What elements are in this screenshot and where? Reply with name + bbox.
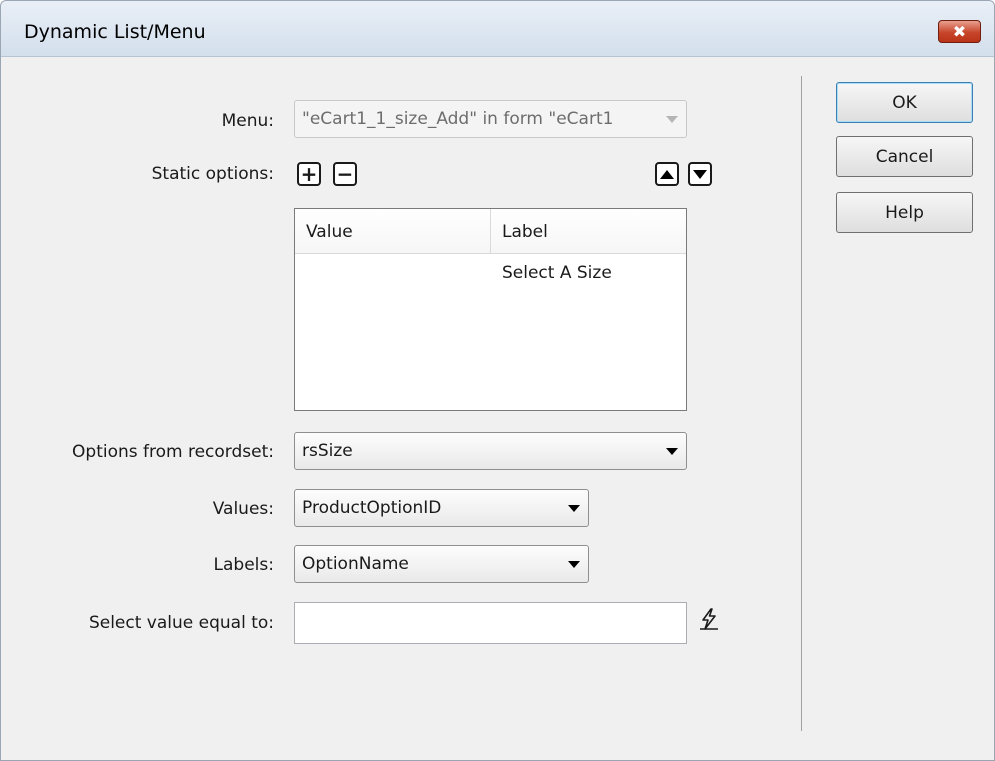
static-options-label: Static options:	[151, 164, 274, 184]
values-select-value: ProductOptionID	[302, 498, 442, 518]
close-button[interactable]: ✖	[938, 20, 981, 43]
recordset-select[interactable]: rsSize	[294, 432, 687, 470]
menu-select-value: "eCart1_1_size_Add" in form "eCart1	[302, 109, 614, 129]
recordset-select-value: rsSize	[302, 441, 353, 461]
window-title: Dynamic List/Menu	[24, 21, 206, 43]
dialog-body: Menu: "eCart1_1_size_Add" in form "eCart…	[9, 58, 986, 754]
title-bar: Dynamic List/Menu ✖	[1, 1, 994, 57]
chevron-down-icon	[666, 448, 678, 455]
add-option-button[interactable]: +	[297, 162, 321, 186]
labels-select[interactable]: OptionName	[294, 545, 589, 583]
option-label: Select A Size	[502, 263, 612, 283]
help-button[interactable]: Help	[836, 192, 973, 233]
menu-select[interactable]: "eCart1_1_size_Add" in form "eCart1	[294, 100, 687, 138]
triangle-down-icon	[693, 169, 707, 179]
triangle-up-icon	[660, 169, 674, 179]
vertical-divider	[801, 76, 802, 731]
remove-option-button[interactable]: −	[333, 162, 357, 186]
labels-label: Labels:	[213, 555, 274, 575]
menu-label: Menu:	[221, 111, 274, 131]
cancel-button[interactable]: Cancel	[836, 136, 973, 177]
dialog-window: Dynamic List/Menu ✖ Menu: "eCart1_1_size…	[0, 0, 995, 761]
close-icon: ✖	[952, 22, 967, 41]
values-select[interactable]: ProductOptionID	[294, 489, 589, 527]
list-item[interactable]: Select A Size	[295, 255, 686, 287]
lightning-bolt-icon	[700, 608, 718, 630]
ok-button[interactable]: OK	[836, 82, 973, 123]
values-label: Values:	[212, 499, 274, 519]
static-options-list[interactable]: Value Label Select A Size	[294, 208, 687, 411]
select-value-label: Select value equal to:	[88, 613, 274, 633]
labels-select-value: OptionName	[302, 554, 409, 574]
chevron-down-icon	[568, 505, 580, 512]
dynamic-data-button[interactable]	[696, 606, 722, 632]
column-header-value[interactable]: Value	[306, 222, 353, 242]
move-down-button[interactable]	[688, 162, 712, 186]
move-up-button[interactable]	[655, 162, 679, 186]
chevron-down-icon	[568, 561, 580, 568]
list-header: Value Label	[295, 209, 686, 254]
plus-icon: +	[300, 162, 318, 186]
chevron-down-icon	[666, 116, 678, 123]
minus-icon: −	[336, 162, 354, 186]
select-value-field[interactable]	[294, 602, 687, 644]
column-header-label[interactable]: Label	[502, 222, 548, 242]
recordset-label: Options from recordset:	[72, 442, 274, 462]
column-divider[interactable]	[490, 209, 491, 254]
